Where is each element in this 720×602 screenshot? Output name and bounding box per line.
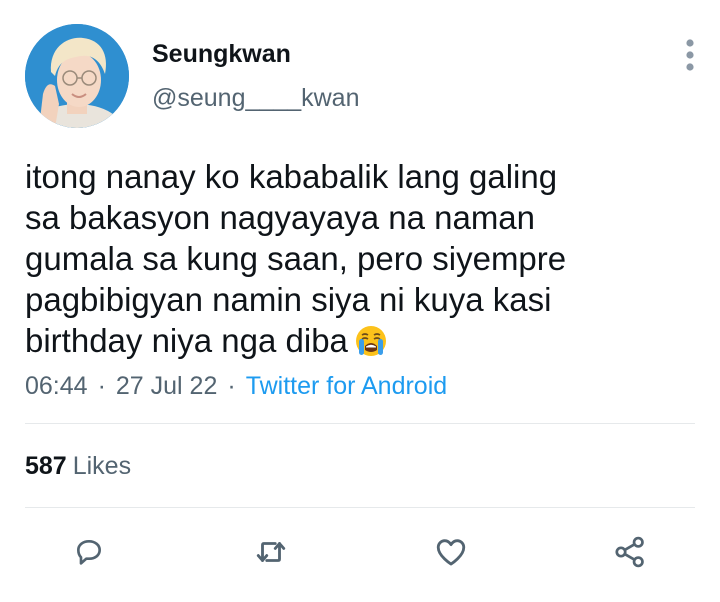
tweet-date: 27 Jul 22	[115, 372, 218, 400]
tweet-line: pagbibigyan namin siya ni kuya kasi	[25, 281, 552, 318]
reply-button[interactable]	[67, 530, 111, 574]
tweet-line: itong nanay ko kababalik lang galing	[25, 158, 558, 195]
separator-dot: ·	[97, 372, 106, 400]
tweet-line: sa bakasyon nagyayaya na naman	[25, 199, 536, 236]
tweet-meta: 06:44 · 27 Jul 22 · Twitter for Android	[25, 372, 447, 401]
avatar[interactable]	[25, 24, 129, 128]
share-icon	[615, 536, 644, 568]
divider	[25, 507, 695, 508]
retweet-button[interactable]	[249, 530, 293, 574]
like-button[interactable]	[429, 530, 473, 574]
tweet-source-link[interactable]: Twitter for Android	[246, 372, 447, 400]
like-icon	[436, 539, 466, 566]
more-options-icon[interactable]	[678, 38, 702, 72]
separator-dot: ·	[227, 372, 236, 400]
likes-count: 587	[25, 452, 67, 480]
user-handle[interactable]: @seung____kwan	[152, 84, 359, 113]
reply-icon	[77, 540, 101, 565]
profile-photo-icon	[25, 24, 129, 128]
tweet-text: itong nanay ko kababalik lang galing sa …	[25, 156, 685, 361]
share-button[interactable]	[608, 530, 652, 574]
likes-stat[interactable]: 587 Likes	[25, 452, 131, 481]
likes-label: Likes	[72, 452, 132, 480]
tweet-line: gumala sa kung saan, pero siyempre	[25, 240, 567, 277]
loudly-crying-face-icon	[354, 324, 388, 358]
retweet-icon	[256, 542, 286, 562]
tweet-line: birthday niya nga diba	[25, 322, 348, 359]
tweet-time: 06:44	[25, 372, 88, 400]
display-name[interactable]: Seungkwan	[152, 40, 291, 69]
divider	[25, 423, 695, 424]
tweet-line-last: birthday niya nga diba	[25, 320, 685, 361]
